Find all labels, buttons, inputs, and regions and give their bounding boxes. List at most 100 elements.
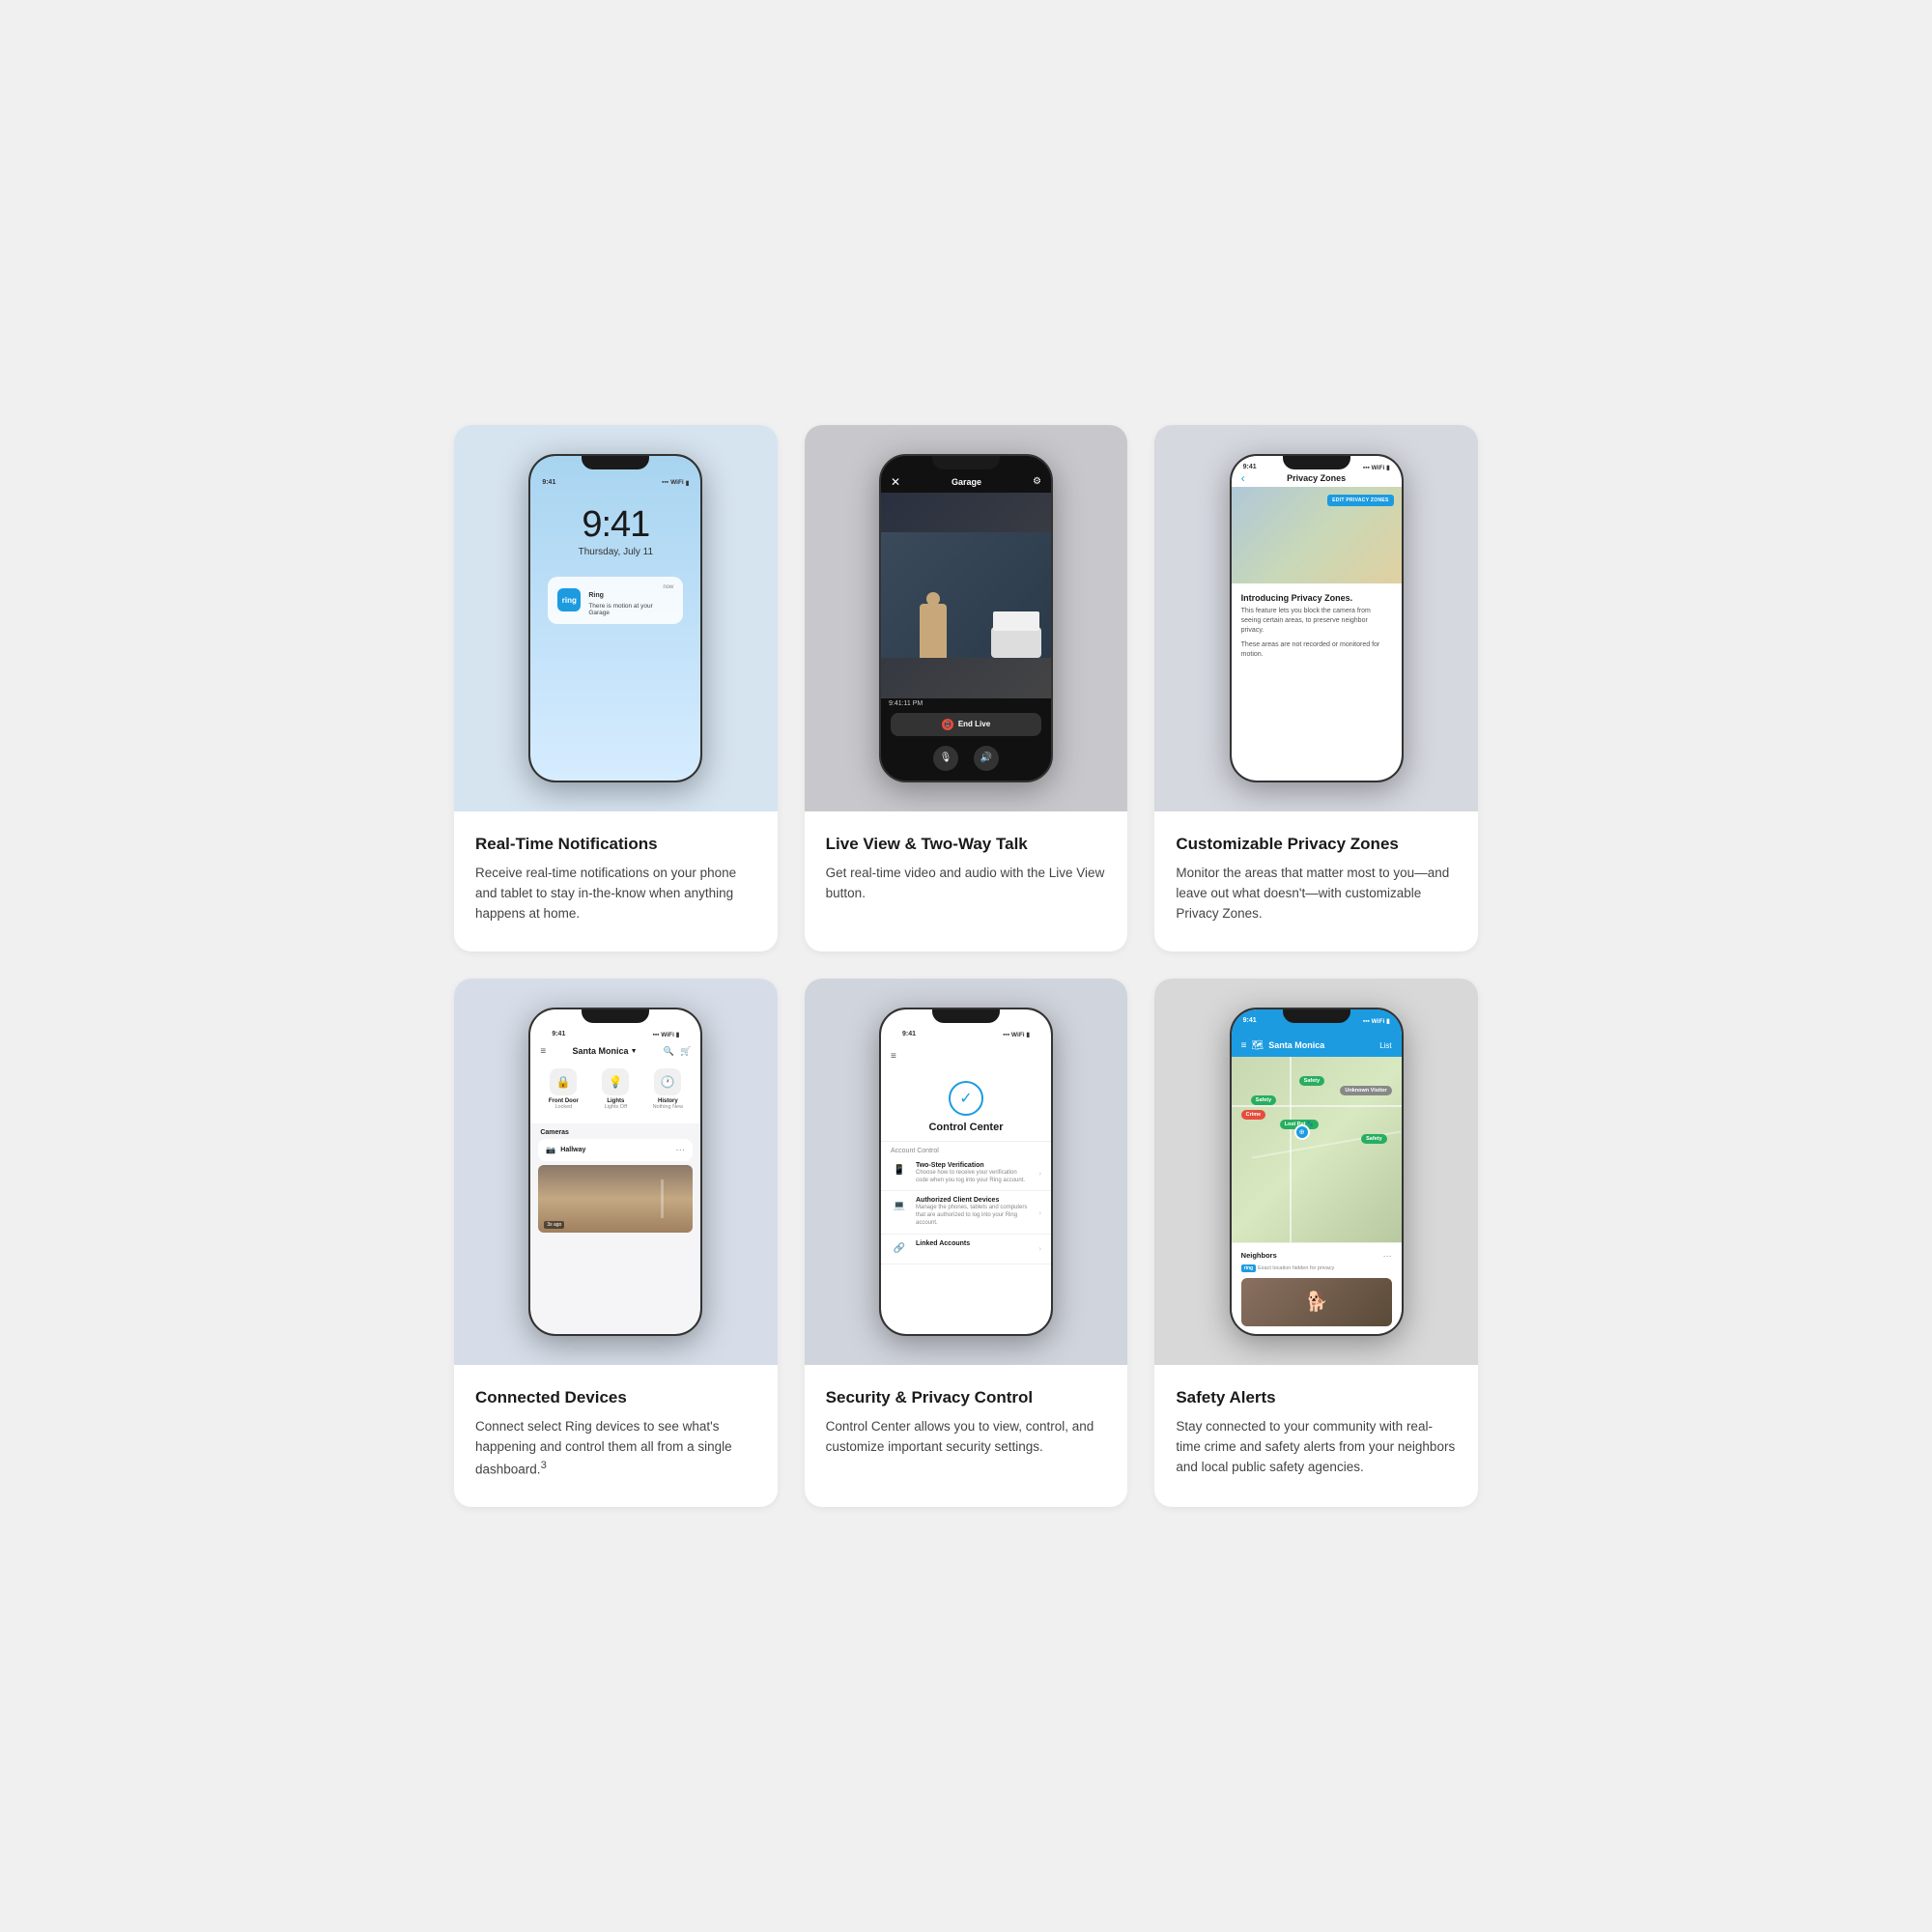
conn-item-history[interactable]: 🕐 History Nothing New: [646, 1068, 689, 1110]
sec-hamburger-icon[interactable]: ≡: [891, 1051, 896, 1062]
ring-logo-text: ring: [562, 596, 577, 605]
conn-item-lights[interactable]: 💡 Lights Lights Off: [594, 1068, 637, 1110]
conn-item-frontdoor[interactable]: 🔒 Front Door Locked: [542, 1068, 584, 1110]
card-desc-connected: Connect select Ring devices to see what'…: [475, 1417, 756, 1480]
sec-ham-row: ≡: [891, 1042, 1041, 1067]
notification-screen: 9:41 ▪▪▪ WiFi ▮ 9:41 Thursday, July 11: [530, 456, 700, 781]
connected-top: 9:41 ▪▪▪ WiFi ▮ ≡ Santa Monica ▼: [530, 1009, 700, 1123]
sec-time: 9:41: [902, 1031, 916, 1038]
signal-icon: ▪▪▪: [662, 479, 668, 486]
conn-action-icons: 🔍 🛒: [664, 1046, 691, 1057]
conn-status-bar: 9:41 ▪▪▪ WiFi ▮: [540, 1027, 691, 1042]
linked-title: Linked Accounts: [916, 1240, 1031, 1247]
card-image-security: 9:41 ▪▪▪ WiFi ▮ ≡ ✓ Control Center: [805, 979, 1128, 1365]
history-status: Nothing New: [653, 1104, 684, 1110]
neighbors-section: Neighbors ··· ring Exact location hidden…: [1232, 1242, 1402, 1334]
live-controls: 🎙 🔊: [881, 740, 1051, 781]
safety-hamburger-icon[interactable]: ≡: [1241, 1040, 1247, 1051]
card-desc-live: Get real-time video and audio with the L…: [826, 864, 1107, 904]
speaker-button[interactable]: 🔊: [974, 746, 999, 771]
location-text: Santa Monica: [573, 1046, 629, 1056]
phone-screen-privacy: 9:41 ▪▪▪ WiFi ▮ ‹ Privacy Zones EDIT PRI…: [1232, 456, 1402, 781]
card-desc-privacy: Monitor the areas that matter most to yo…: [1176, 864, 1457, 924]
conn-time: 9:41: [552, 1031, 565, 1038]
authorized-icon: 💻: [891, 1197, 908, 1214]
authorized-content: Authorized Client Devices Manage the pho…: [916, 1197, 1031, 1227]
camera-info: 📷 Hallway: [546, 1146, 585, 1154]
conn-device-list: 🔒 Front Door Locked 💡 Lights Lights Off: [540, 1063, 691, 1116]
edit-privacy-zones-button[interactable]: EDIT PRIVACY ZONES: [1327, 495, 1394, 506]
authorized-devices-row[interactable]: 💻 Authorized Client Devices Manage the p…: [881, 1191, 1051, 1234]
two-step-row[interactable]: 📱 Two-Step Verification Choose how to re…: [881, 1156, 1051, 1192]
live-close-icon[interactable]: ✕: [891, 475, 900, 489]
safety-map-icon[interactable]: 🗺: [1252, 1040, 1264, 1051]
notification-app-name: Ring now: [588, 584, 673, 602]
control-center-title: Control Center: [881, 1122, 1051, 1133]
card-desc-safety: Stay connected to your community with re…: [1176, 1417, 1457, 1478]
notification-message: There is motion at your Garage: [588, 603, 673, 616]
cart-icon[interactable]: 🛒: [680, 1046, 691, 1057]
safety-list-toggle[interactable]: List: [1379, 1041, 1391, 1050]
privacy-time: 9:41: [1243, 464, 1257, 471]
live-video-feed: [881, 532, 1051, 658]
sec-status-icons: ▪▪▪ WiFi ▮: [1003, 1031, 1030, 1038]
phone-notch: [582, 456, 649, 469]
privacy-intro-heading: Introducing Privacy Zones.: [1241, 593, 1392, 603]
dropdown-arrow-icon[interactable]: ▼: [631, 1048, 638, 1055]
card-realtime-notifications: 9:41 ▪▪▪ WiFi ▮ 9:41 Thursday, July 11: [454, 425, 778, 952]
conn-location-label: Santa Monica ▼: [573, 1046, 638, 1056]
end-live-button[interactable]: 📵 End Live: [891, 713, 1041, 736]
battery-icon: ▮: [686, 479, 690, 487]
ring-watermark: ring: [1241, 1264, 1256, 1272]
frontdoor-status: Locked: [554, 1104, 572, 1110]
status-bar: 9:41 ▪▪▪ WiFi ▮: [530, 475, 700, 491]
privacy-back-button[interactable]: ‹: [1241, 471, 1245, 485]
card-content-privacy: Customizable Privacy Zones Monitor the a…: [1154, 811, 1478, 952]
card-content-safety: Safety Alerts Stay connected to your com…: [1154, 1365, 1478, 1505]
phone-notch-connected: [582, 1009, 649, 1023]
linked-accounts-row[interactable]: 🔗 Linked Accounts ›: [881, 1235, 1051, 1264]
end-live-label: End Live: [958, 720, 990, 728]
privacy-screen: 9:41 ▪▪▪ WiFi ▮ ‹ Privacy Zones EDIT PRI…: [1232, 456, 1402, 781]
phone-screen-connected: 9:41 ▪▪▪ WiFi ▮ ≡ Santa Monica ▼: [530, 1009, 700, 1334]
safety-status-icons: ▪▪▪ WiFi ▮: [1363, 1017, 1390, 1025]
lights-status: Lights Off: [605, 1104, 627, 1110]
card-image-live: ✕ Garage ⚙: [805, 425, 1128, 811]
camera-row[interactable]: 📷 Hallway ···: [538, 1139, 693, 1161]
card-content-live: Live View & Two-Way Talk Get real-time v…: [805, 811, 1128, 931]
map-background: Safety Safety Unknown Visitor Lost Pet 🐾…: [1232, 1057, 1402, 1242]
phone-safety: 9:41 ▪▪▪ WiFi ▮ ≡ 🗺 Santa Monica: [1230, 1008, 1404, 1336]
live-settings-icon[interactable]: ⚙: [1033, 476, 1041, 487]
account-control-label: Account Control: [881, 1142, 1051, 1156]
camera-thumbnail: 3s ago: [538, 1165, 693, 1233]
mute-button[interactable]: 🎙: [933, 746, 958, 771]
card-desc-notifications: Receive real-time notifications on your …: [475, 864, 756, 924]
connected-screen: 9:41 ▪▪▪ WiFi ▮ ≡ Santa Monica ▼: [530, 1009, 700, 1334]
sec-status-bar: 9:41 ▪▪▪ WiFi ▮: [891, 1027, 1041, 1042]
two-step-icon: 📱: [891, 1162, 908, 1179]
privacy-note: ring Exact location hidden for privacy: [1241, 1264, 1392, 1272]
card-content-security: Security & Privacy Control Control Cente…: [805, 1365, 1128, 1485]
two-step-title: Two-Step Verification: [916, 1162, 1031, 1169]
neighbors-options-icon[interactable]: ···: [1383, 1251, 1392, 1261]
footnote-marker: 3: [541, 1460, 547, 1471]
notification-card: ring Ring now There is motion at your Ga…: [548, 577, 683, 624]
live-screen: ✕ Garage ⚙: [881, 456, 1051, 781]
phone-end-icon: 📵: [942, 719, 953, 730]
card-title-security: Security & Privacy Control: [826, 1388, 1107, 1407]
person-figure: [920, 604, 947, 658]
camera-icon: 📷: [546, 1146, 555, 1154]
camera-options-icon[interactable]: ···: [675, 1145, 685, 1155]
card-live-view: ✕ Garage ⚙: [805, 425, 1128, 952]
phone-notch-security: [932, 1009, 1000, 1023]
notification-text: Ring now There is motion at your Garage: [588, 584, 673, 616]
crime-badge: Crime: [1241, 1110, 1266, 1120]
hamburger-icon[interactable]: ≡: [540, 1046, 546, 1057]
neighbors-header: Neighbors ···: [1241, 1251, 1392, 1261]
search-icon[interactable]: 🔍: [664, 1046, 674, 1057]
authorized-title: Authorized Client Devices: [916, 1197, 1031, 1204]
phone-security: 9:41 ▪▪▪ WiFi ▮ ≡ ✓ Control Center: [879, 1008, 1053, 1336]
phone-icon-symbol: 📵: [943, 721, 952, 728]
privacy-note-text: Exact location hidden for privacy: [1258, 1265, 1334, 1271]
live-video-area: [881, 493, 1051, 698]
